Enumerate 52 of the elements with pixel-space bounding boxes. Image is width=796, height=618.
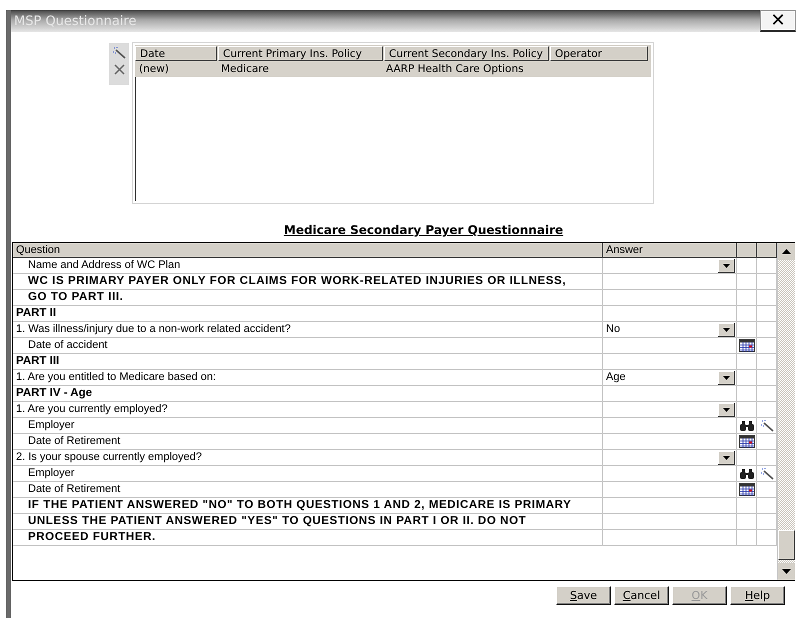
wand-icon[interactable] (760, 419, 774, 432)
table-cell-text: AARP Health Care Options (385, 62, 525, 77)
section-title: PART III (13, 354, 603, 369)
dropdown-button[interactable] (718, 450, 735, 464)
column-header[interactable]: Date (135, 46, 217, 61)
section-title: PART II (13, 306, 603, 321)
form-heading: Medicare Secondary Payer Questionnaire (284, 223, 564, 237)
dropdown-button[interactable] (718, 402, 735, 416)
table-cell-text: Medicare (220, 62, 270, 77)
binoculars-icon[interactable] (738, 468, 754, 480)
note-text: WC IS PRIMARY PAYER ONLY FOR CLAIMS FOR WORK-RELATED INJURIES OR ILLNESS, (13, 274, 603, 289)
answer-value: Age (606, 370, 626, 385)
answer-value: No (606, 322, 620, 337)
dialog-button[interactable]: Cancel (614, 586, 669, 605)
column-header[interactable]: Current Primary Ins. Policy (218, 46, 383, 61)
calendar-icon[interactable] (738, 339, 754, 352)
question-text: Name and Address of WC Plan (13, 258, 603, 273)
note-text: IF THE PATIENT ANSWERED "NO" TO BOTH QUESTIONS 1 AND 2, MEDICARE IS PRIMARY (13, 498, 603, 513)
wand-icon[interactable] (760, 467, 774, 480)
binoculars-icon[interactable] (738, 420, 754, 432)
window-title: MSP Questionnaire (14, 14, 136, 28)
note-text: GO TO PART III. (13, 290, 603, 305)
question-text: Date of Retirement (13, 434, 603, 449)
delete-icon[interactable] (112, 63, 126, 76)
question-text: Date of accident (13, 338, 603, 353)
dialog-button[interactable]: Save (556, 586, 611, 605)
question-text: Employer (13, 418, 603, 433)
question-text: Date of Retirement (13, 482, 603, 497)
column-header: Answer (603, 243, 737, 257)
dropdown-button[interactable] (718, 258, 735, 272)
question-text: 1. Are you entitled to Medicare based on: (13, 370, 603, 385)
column-header: Question (13, 243, 603, 257)
calendar-icon[interactable] (738, 483, 754, 496)
column-header[interactable]: Current Secondary Ins. Policy (384, 46, 549, 61)
scroll-thumb[interactable] (778, 530, 795, 560)
note-text: UNLESS THE PATIENT ANSWERED "YES" TO QUESTIONS IN PART I OR II. DO NOT (13, 514, 603, 529)
close-button[interactable]: ✕ (760, 10, 796, 32)
calendar-icon[interactable] (738, 435, 754, 448)
question-text: 1. Are you currently employed? (13, 402, 603, 417)
column-header[interactable]: Operator (550, 46, 648, 61)
table-cell-text: (new) (138, 62, 170, 77)
question-text: 1. Was illness/injury due to a non-work related accident? (13, 322, 603, 337)
list-row[interactable]: (new) Medicare AARP Health Care Options (135, 62, 651, 77)
dialog-button[interactable]: Help (730, 586, 785, 605)
wand-icon[interactable] (112, 46, 126, 59)
note-text: PROCEED FURTHER. (13, 530, 603, 545)
question-text: Employer (13, 466, 603, 481)
section-title: PART IV - Age (13, 386, 603, 401)
scroll-bar[interactable] (777, 243, 795, 580)
dropdown-button[interactable] (718, 370, 735, 384)
question-text: 2. Is your spouse currently employed? (13, 450, 603, 465)
dropdown-button[interactable] (718, 322, 735, 336)
